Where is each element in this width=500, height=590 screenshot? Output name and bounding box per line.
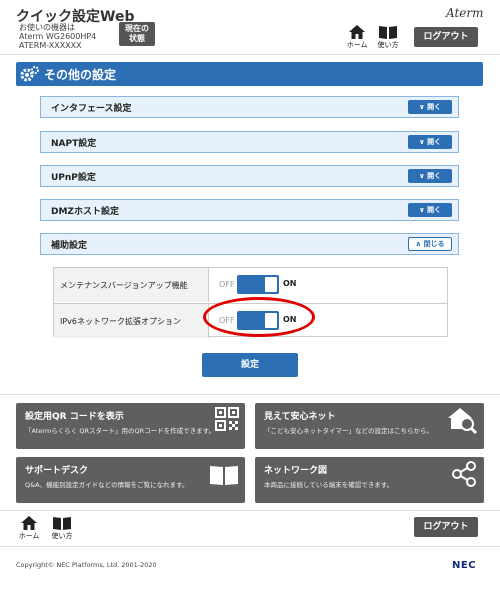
on-label: ON [283,279,297,288]
expand-label: 開く [427,206,442,214]
off-label: OFF [219,280,235,289]
expand-label: 開く [427,138,442,146]
collapse-button[interactable]: ∧ 閉じる [408,237,452,251]
accordion-label: UPnP設定 [51,173,96,183]
manual-label: 使い方 [377,41,399,49]
header: クイック設定Web お使いの機器は Aterm WG2600HP4 ATERM-… [0,0,500,54]
nec-logo: NEC [452,560,477,571]
apply-button[interactable]: 設定 [202,353,298,377]
card-qr-code[interactable]: 設定用QR コードを表示 「Atermらくらく QRスタート」用のQRコードを作… [16,403,245,449]
section-header: その他の設定 [16,62,483,86]
accordion-auxiliary[interactable]: 補助設定 ∧ 閉じる [40,233,459,255]
home-icon [21,516,37,530]
expand-button[interactable]: ∨ 開く [408,203,452,217]
accordion-upnp[interactable]: UPnP設定 ∨ 開く [40,165,459,187]
gear-icon [20,66,39,82]
brand-logo: Aterm [446,6,484,20]
expand-button[interactable]: ∨ 開く [408,100,452,114]
option-row-maintenance: メンテナンスバージョンアップ機能 OFF ON [54,268,447,302]
card-desc: Q&A、機能別設定ガイドなどの情報をご覧になれます。 [25,481,189,489]
content-divider [0,394,500,395]
book-icon [210,466,238,485]
logout-button[interactable]: ログアウト [414,27,478,47]
collapse-label: 閉じる [423,240,445,248]
maintenance-toggle[interactable] [237,275,279,294]
auxiliary-options-table: メンテナンスバージョンアップ機能 OFF ON IPv6ネットワーク拡張オプショ… [53,267,448,338]
manual-nav-button[interactable]: 使い方 [374,25,402,50]
home-label: ホーム [346,41,368,49]
device-id: ATERM-XXXXXX [19,41,82,50]
option-label: IPv6ネットワーク拡張オプション [54,304,209,338]
option-row-ipv6: IPv6ネットワーク拡張オプション OFF ON [54,303,447,338]
header-divider [0,54,500,55]
home-nav-button[interactable]: ホーム [344,25,370,50]
toggle-knob [265,277,277,292]
expand-button[interactable]: ∨ 開く [408,135,452,149]
home-search-icon [448,408,478,435]
network-icon [452,461,476,487]
home-label: ホーム [18,532,40,540]
expand-label: 開く [427,172,442,180]
footer-logout-button[interactable]: ログアウト [414,517,478,537]
ipv6-toggle[interactable] [237,311,279,330]
expand-label: 開く [427,103,442,111]
card-desc: 「Atermらくらく QRスタート」用のQRコードを作成できます。 [25,427,215,435]
device-info-line: お使いの機器は [19,23,75,32]
card-support-desk[interactable]: サポートデスク Q&A、機能別設定ガイドなどの情報をご覧になれます。 [16,457,245,503]
copyright-divider [0,546,500,547]
book-icon [53,517,71,530]
device-model: Aterm WG2600HP4 [19,32,97,41]
current-status-button[interactable]: 現在の 状態 [119,22,155,46]
accordion-label: 補助設定 [51,241,88,251]
card-title: 設定用QR コードを表示 [25,412,124,422]
card-desc: 「こども安心ネットタイマー」などの設定はこちらから。 [264,427,433,435]
section-title: その他の設定 [44,68,117,82]
off-label: OFF [219,316,235,325]
card-title: 見えて安心ネット [264,412,336,422]
accordion-label: NAPT設定 [51,139,97,149]
home-icon [349,25,365,39]
accordion-interface[interactable]: インタフェース設定 ∨ 開く [40,96,459,118]
on-label: ON [283,315,297,324]
accordion-napt[interactable]: NAPT設定 ∨ 開く [40,131,459,153]
expand-button[interactable]: ∨ 開く [408,169,452,183]
footer-divider [0,510,500,511]
accordion-label: DMZホスト設定 [51,207,119,217]
card-desc: 本商品に接続している端末を確認できます。 [264,481,394,489]
accordion-label: インタフェース設定 [51,104,132,114]
footer-home-button[interactable]: ホーム [16,516,42,541]
book-icon [379,26,397,39]
manual-label: 使い方 [51,532,73,540]
device-info: お使いの機器は Aterm WG2600HP4 ATERM-XXXXXX [19,23,96,50]
toggle-knob [265,313,277,328]
option-label: メンテナンスバージョンアップ機能 [54,268,209,302]
card-title: ネットワーク図 [264,466,328,476]
card-network-map[interactable]: ネットワーク図 本商品に接続している端末を確認できます。 [255,457,484,503]
card-title: サポートデスク [25,466,89,476]
footer-manual-button[interactable]: 使い方 [48,516,76,541]
card-safe-net[interactable]: 見えて安心ネット 「こども安心ネットタイマー」などの設定はこちらから。 [255,403,484,449]
accordion-dmz[interactable]: DMZホスト設定 ∨ 開く [40,199,459,221]
copyright: Copyright© NEC Platforms, Ltd. 2001-2020 [16,561,157,569]
qr-code-icon [215,407,239,431]
